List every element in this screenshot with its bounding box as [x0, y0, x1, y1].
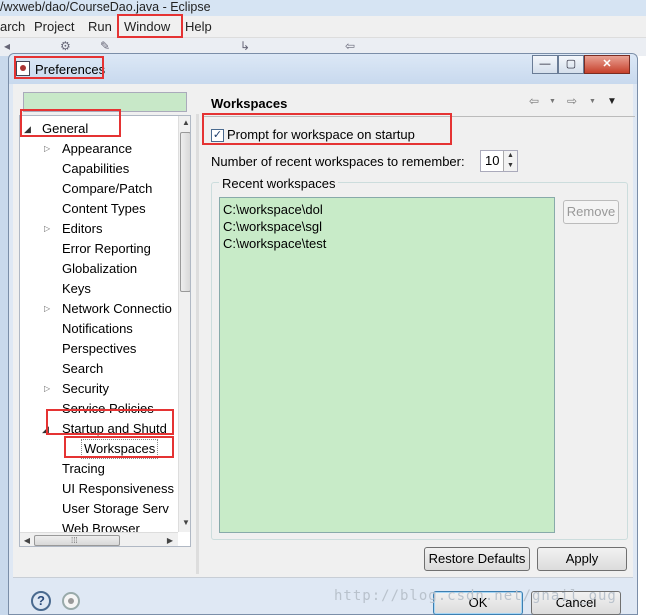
workspaces-list[interactable]: C:\workspace\dol C:\workspace\sgl C:\wor… [219, 197, 555, 533]
tree-hscroll-thumb[interactable]: ⁞⁞⁞ [34, 535, 120, 546]
tree-vertical-scrollbar[interactable]: ▲ ▼ [178, 116, 190, 532]
tree-item-label: Capabilities [62, 161, 130, 176]
close-button[interactable]: ✕ [584, 55, 630, 74]
page-title: Workspaces [211, 96, 288, 111]
scroll-right-icon[interactable]: ▶ [164, 536, 176, 545]
tree-item-label: Tracing [62, 461, 105, 476]
menu-project[interactable]: Project [34, 19, 74, 34]
spin-down-icon[interactable]: ▼ [504, 161, 517, 171]
expand-arrow-icon[interactable]: ▷ [44, 139, 50, 159]
minimize-button[interactable]: — [532, 55, 558, 74]
expand-arrow-icon[interactable]: ▷ [44, 299, 50, 319]
tree-item-label: Network Connectio [62, 301, 172, 316]
watermark: http://blog.csdn.net/gnail_oug [334, 588, 617, 604]
highlight-window-menu [117, 14, 183, 38]
page-navigation: ⇦ ▼ ⇨ ▼ ▼ [529, 94, 629, 110]
maximize-button[interactable]: ▢ [558, 55, 584, 74]
tree-item-label: Content Types [62, 201, 146, 216]
preferences-tree: ◢ General ▷ Appearance Capabilities Compare… [19, 115, 191, 547]
scroll-left-icon[interactable]: ◀ [21, 536, 33, 545]
highlight-workspaces-item [64, 436, 174, 458]
toolbar-arrow-icon[interactable]: ◂ [4, 39, 10, 53]
view-menu-icon[interactable]: ▼ [607, 96, 617, 107]
restore-defaults-button[interactable]: Restore Defaults [424, 547, 530, 571]
highlight-prompt-checkbox [202, 113, 452, 145]
list-item[interactable]: C:\workspace\sgl [223, 218, 322, 235]
recent-count-value[interactable]: 10 [485, 153, 499, 168]
menu-run[interactable]: Run [88, 19, 112, 34]
recent-workspaces-label: Recent workspaces [219, 176, 339, 191]
forward-arrow-icon[interactable]: ⇨ [567, 94, 577, 108]
menu-search[interactable]: arch [0, 19, 25, 34]
toolbar-back-icon[interactable]: ⇦ [345, 39, 355, 53]
expand-arrow-icon[interactable]: ▷ [44, 379, 50, 399]
toolbar-gear-icon[interactable]: ⚙ [60, 39, 71, 53]
import-export-icon[interactable] [62, 592, 80, 610]
apply-button[interactable]: Apply [537, 547, 627, 571]
tree-item-label: Editors [62, 221, 103, 236]
tree-item-label: User Storage Serv [62, 501, 169, 516]
highlight-preferences-title [14, 56, 104, 79]
tree-item-label: Notifications [62, 321, 133, 336]
tree-item-label: Security [62, 381, 109, 396]
menu-help[interactable]: Help [185, 19, 212, 34]
tree-item-label: Globalization [62, 261, 138, 276]
list-item[interactable]: C:\workspace\test [223, 235, 326, 252]
tree-item-label: Search [62, 361, 104, 376]
highlight-startup-shutdown [46, 409, 174, 435]
toolbar-nav-icon[interactable]: ↳ [240, 39, 250, 53]
highlight-general [20, 109, 121, 137]
forward-dropdown-icon[interactable]: ▼ [589, 98, 596, 105]
scroll-up-icon[interactable]: ▲ [180, 118, 190, 127]
back-arrow-icon[interactable]: ⇦ [529, 94, 539, 108]
tree-item-label: Appearance [62, 141, 133, 156]
recent-count-label: Number of recent workspaces to remember: [211, 154, 465, 169]
tree-vscroll-thumb[interactable] [180, 132, 190, 292]
scroll-down-icon[interactable]: ▼ [180, 518, 190, 527]
grip-icon: ⁞⁞⁞ [71, 536, 78, 545]
panel-divider[interactable] [196, 114, 199, 574]
tree-item-label: Error Reporting [62, 241, 151, 256]
tree-item-label: UI Responsiveness [62, 481, 174, 496]
expand-arrow-icon[interactable]: ▷ [44, 219, 50, 239]
remove-button[interactable]: Remove [563, 200, 619, 224]
tree-item-label: Keys [62, 281, 91, 296]
help-icon[interactable]: ? [31, 591, 51, 611]
tree-item-label: Compare/Patch [62, 181, 153, 196]
eclipse-window-title: /wxweb/dao/CourseDao.java - Eclipse [0, 0, 646, 16]
back-dropdown-icon[interactable]: ▼ [549, 98, 556, 105]
eclipse-menubar: arch Project Run Window Help [0, 16, 646, 38]
list-item[interactable]: C:\workspace\dol [223, 201, 323, 218]
tree-horizontal-scrollbar[interactable]: ◀ ⁞⁞⁞ ▶ [20, 532, 178, 546]
spinner-buttons: ▲ ▼ [503, 151, 517, 171]
tree-item-label: Perspectives [62, 341, 137, 356]
spin-up-icon[interactable]: ▲ [504, 151, 517, 161]
dialog-body: ◢ General ▷ Appearance Capabilities Compare… [13, 84, 635, 615]
recent-count-spinner[interactable]: 10 ▲ ▼ [480, 150, 518, 172]
toolbar-edit-icon[interactable]: ✎ [100, 39, 110, 53]
